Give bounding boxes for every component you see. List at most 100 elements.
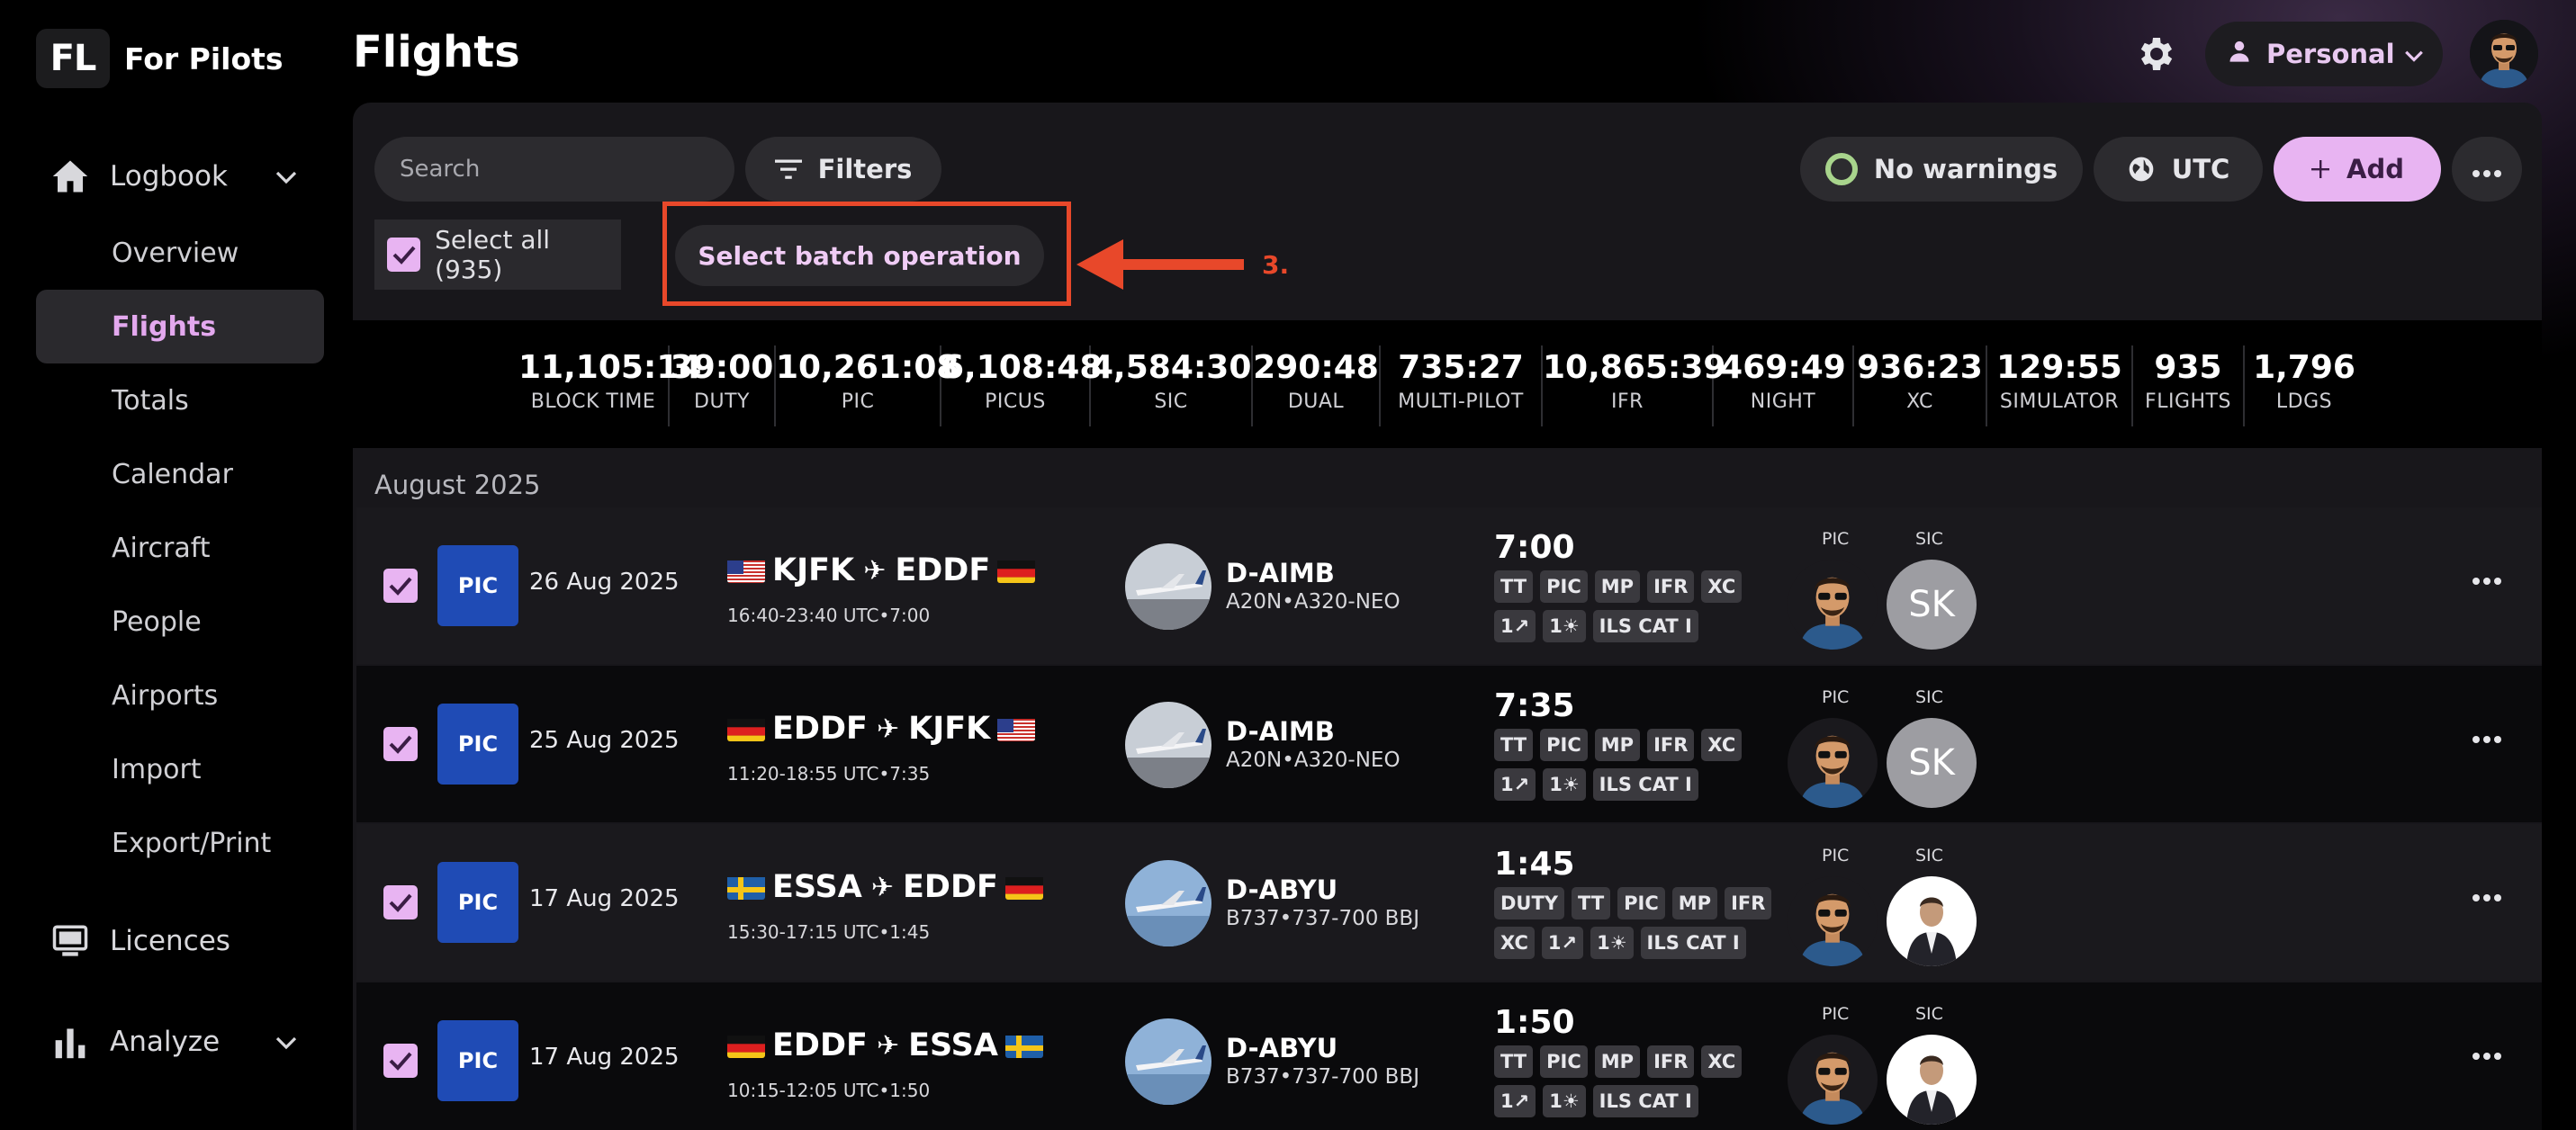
sidebar-item-aircraft[interactable]: Aircraft: [36, 511, 324, 585]
flight-tag: XC: [1701, 570, 1743, 603]
row-more-icon[interactable]: [2472, 572, 2502, 589]
sidebar-item-import[interactable]: Import: [36, 732, 324, 806]
flight-tag: MP: [1594, 570, 1641, 603]
status-ok-icon: [1824, 153, 1858, 185]
pic-avatar[interactable]: [1788, 560, 1878, 650]
row-checkbox[interactable]: [383, 1044, 418, 1078]
stat-ldgs: 1,796 LDGS: [2245, 345, 2364, 426]
flight-tag: PIC: [1617, 887, 1665, 919]
sidebar-group-licences[interactable]: Licences: [50, 921, 230, 961]
sidebar-item-label: Import: [112, 753, 202, 785]
checkbox-checked-icon[interactable]: [387, 238, 421, 272]
sidebar-item-people[interactable]: People: [36, 585, 324, 659]
pic-avatar[interactable]: [1788, 876, 1878, 966]
profile-switcher-button[interactable]: Personal: [2205, 22, 2443, 86]
aircraft-registration: D-ABYU: [1226, 1033, 1338, 1063]
timezone-button[interactable]: UTC: [2094, 137, 2263, 202]
role-badge: PIC: [437, 545, 518, 626]
sidebar-item-totals[interactable]: Totals: [36, 363, 324, 437]
flight-times: 15:30-17:15 UTC•1:45: [727, 921, 931, 943]
sidebar-item-calendar[interactable]: Calendar: [36, 437, 324, 511]
filter-icon: [774, 158, 802, 180]
filters-button[interactable]: Filters: [745, 137, 941, 202]
user-avatar[interactable]: [2470, 20, 2538, 88]
flight-duration: 1:50: [1494, 1004, 1575, 1041]
de-flag-icon: [727, 1033, 765, 1058]
flight-tag: XC: [1701, 1045, 1743, 1078]
select-all-toggle[interactable]: Select all (935): [374, 220, 621, 290]
warnings-button[interactable]: No warnings: [1800, 137, 2083, 202]
flight-tag: PIC: [1540, 729, 1588, 761]
sidebar-item-overview[interactable]: Overview: [36, 216, 324, 290]
flight-tag: TT: [1494, 729, 1534, 761]
aircraft-registration: D-AIMB: [1226, 716, 1335, 747]
airplane-icon: ✈: [870, 871, 894, 903]
flight-route: ESSA ✈ EDDF: [727, 869, 1043, 905]
sic-avatar[interactable]: [1887, 1035, 1977, 1125]
profile-label: Personal: [2266, 39, 2395, 69]
flight-tags: TT PIC MP IFR XC 1↗ 1☀ ILS CAT I: [1494, 729, 1782, 801]
row-checkbox[interactable]: [383, 569, 418, 603]
sic-avatar[interactable]: SK: [1887, 560, 1977, 650]
flight-route: EDDF ✈ ESSA: [727, 1027, 1043, 1063]
sidebar-item-export-print[interactable]: Export/Print: [36, 806, 324, 880]
stat-label: XC: [1906, 390, 1933, 413]
flight-row[interactable]: PIC 17 Aug 2025 ESSA ✈ EDDF 15:30-17:15 UTC•1…: [356, 824, 2542, 981]
month-header: August 2025: [374, 470, 541, 500]
flight-tag: IFR: [1725, 887, 1772, 919]
sidebar-group-logbook[interactable]: Logbook: [50, 157, 297, 196]
sic-crew-label: SIC: [1915, 529, 1943, 549]
globe-icon: [2127, 155, 2156, 184]
row-checkbox[interactable]: [383, 885, 418, 919]
gear-icon[interactable]: [2135, 32, 2178, 76]
flight-row[interactable]: PIC 25 Aug 2025 EDDF ✈ KJFK 11:20-18:55 UTC•7…: [356, 666, 2542, 822]
stat-sic: 4,584:30 SIC: [1091, 345, 1253, 426]
flight-times: 16:40-23:40 UTC•7:00: [727, 605, 931, 626]
search-input[interactable]: [374, 137, 734, 202]
stat-value: 1,796: [2253, 349, 2355, 386]
row-checkbox[interactable]: [383, 727, 418, 761]
stat-label: LDGS: [2275, 390, 2333, 413]
sidebar-group-analyze[interactable]: Analyze: [50, 1022, 297, 1062]
pic-crew-label: PIC: [1822, 529, 1850, 549]
pic-avatar[interactable]: [1788, 718, 1878, 808]
sic-initials: SK: [1908, 742, 1955, 784]
sic-avatar[interactable]: [1887, 876, 1977, 966]
row-more-icon[interactable]: [2472, 731, 2502, 748]
stat-multi-pilot: 735:27 MULTI-PILOT: [1381, 345, 1543, 426]
flight-row[interactable]: PIC 17 Aug 2025 EDDF ✈ ESSA 10:15-12:05 UTC•1…: [356, 982, 2542, 1130]
sidebar-group-label: Analyze: [110, 1026, 221, 1058]
stat-ifr: 10,865:39 IFR: [1543, 345, 1725, 426]
flight-tag: MP: [1594, 1045, 1641, 1078]
add-label: Add: [2346, 154, 2404, 184]
pic-crew-label: PIC: [1822, 687, 1850, 707]
sidebar-item-airports[interactable]: Airports: [36, 659, 324, 732]
aircraft-registration: D-AIMB: [1226, 558, 1335, 588]
pic-avatar[interactable]: [1788, 1035, 1878, 1125]
flight-row[interactable]: PIC 26 Aug 2025 KJFK ✈ EDDF 16:40-23:40 UTC•7…: [356, 507, 2542, 664]
stat-label: PIC: [841, 390, 875, 413]
row-more-icon[interactable]: [2472, 889, 2502, 906]
flight-tag: 1☀: [1543, 768, 1586, 801]
row-more-icon[interactable]: [2472, 1047, 2502, 1064]
flight-tags: DUTY TT PIC MP IFR XC 1↗ 1☀ ILS CAT I: [1494, 887, 1782, 959]
stat-value: 129:55: [1996, 349, 2122, 386]
sidebar-item-flights[interactable]: Flights: [36, 290, 324, 363]
flight-tag: MP: [1671, 887, 1718, 919]
home-icon: [50, 157, 90, 196]
brand[interactable]: FL For Pilots: [36, 29, 284, 88]
de-flag-icon: [997, 558, 1036, 583]
aircraft-type: A20N•A320-NEO: [1226, 749, 1401, 772]
flight-duration: 7:00: [1494, 529, 1575, 566]
sic-avatar[interactable]: SK: [1887, 718, 1977, 808]
stat-label: MULTI-PILOT: [1398, 390, 1524, 413]
more-options-button[interactable]: [2452, 137, 2522, 202]
chevron-down-icon: [275, 1026, 297, 1058]
warnings-label: No warnings: [1873, 154, 2058, 184]
flight-date: 25 Aug 2025: [529, 727, 680, 754]
add-flight-button[interactable]: Add: [2274, 137, 2441, 202]
aircraft-thumbnail: [1125, 543, 1211, 630]
flight-duration: 1:45: [1494, 846, 1575, 883]
stat-duty: 39:00 DUTY: [670, 345, 776, 426]
flight-tag: 1☀: [1590, 927, 1634, 959]
